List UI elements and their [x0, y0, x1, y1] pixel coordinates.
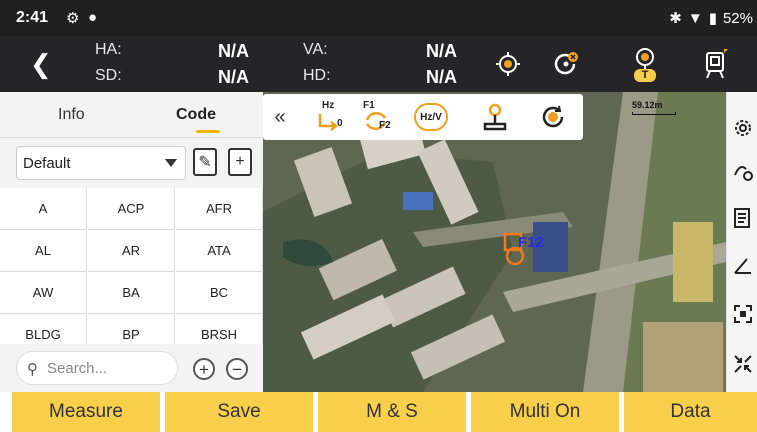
- total-station-icon[interactable]: [695, 44, 735, 84]
- code-cell[interactable]: A: [0, 188, 87, 230]
- zoom-extent-icon[interactable]: [727, 292, 757, 336]
- hz-zero-button[interactable]: Hz 0: [307, 97, 351, 137]
- tab-code[interactable]: Code: [176, 106, 216, 124]
- status-bar: 2:41 ⚙ ● ✱ ▼ ▮ 52%: [0, 0, 757, 36]
- collapse-panel-icon[interactable]: «: [263, 97, 297, 137]
- point-label: F12: [518, 234, 544, 251]
- add-code-icon[interactable]: +: [228, 148, 252, 176]
- ha-value: N/A: [218, 41, 249, 61]
- wifi-icon: ▼: [687, 9, 703, 27]
- hz-label: Hz: [322, 100, 335, 111]
- route-settings-icon[interactable]: [727, 150, 757, 194]
- sd-value: N/A: [218, 67, 249, 87]
- tab-info[interactable]: Info: [58, 106, 85, 124]
- chevron-down-icon: [165, 159, 177, 167]
- action-bar: Measure Save M & S Multi On Data: [0, 392, 757, 432]
- settings-status-icon: ⚙: [66, 10, 80, 27]
- hd-label: HD:: [303, 67, 331, 84]
- code-cell[interactable]: ACP: [88, 188, 175, 230]
- hz-v-label: Hz/V: [414, 103, 448, 131]
- hz-v-button[interactable]: Hz/V: [409, 97, 453, 137]
- sd-label: SD:: [95, 67, 122, 84]
- code-search-input[interactable]: ⚲ Search...: [16, 351, 178, 385]
- code-panel: Info Code Default ✎ + A ACP AFR AL AR AT…: [0, 92, 263, 392]
- code-cell[interactable]: BA: [88, 272, 175, 314]
- layer-select-value: Default: [23, 155, 71, 172]
- back-icon[interactable]: ❮: [30, 49, 52, 80]
- hz-zero-label: 0: [337, 118, 343, 129]
- map-toolbar: « Hz 0 F1 F2 Hz/V: [263, 94, 583, 140]
- search-placeholder: Search...: [47, 360, 108, 377]
- code-cell[interactable]: AL: [0, 230, 87, 272]
- rotate-disabled-icon[interactable]: [546, 44, 586, 84]
- t-badge: T: [634, 68, 656, 82]
- layers-list-icon[interactable]: [727, 196, 757, 240]
- map-scale-label: 59.12m: [632, 100, 663, 110]
- battery-icon: ▮: [708, 10, 717, 27]
- f1-f2-button[interactable]: F1 F2: [355, 97, 399, 137]
- code-cell[interactable]: AR: [88, 230, 175, 272]
- multi-on-button[interactable]: Multi On: [471, 392, 619, 432]
- va-label: VA:: [303, 41, 328, 58]
- bluetooth-icon: ✱: [669, 10, 682, 27]
- map-scale-bar: [632, 112, 676, 115]
- ha-label: HA:: [95, 41, 122, 58]
- battery-percent: 52%: [722, 9, 753, 27]
- measure-and-save-button[interactable]: M & S: [318, 392, 466, 432]
- va-value: N/A: [426, 41, 457, 61]
- status-time: 2:41: [16, 9, 49, 26]
- rotate-target-icon[interactable]: [531, 97, 575, 137]
- layer-select[interactable]: Default: [16, 146, 186, 180]
- code-search-row: ⚲ Search... + −: [0, 344, 263, 392]
- settings-icon[interactable]: [727, 106, 757, 150]
- code-cell[interactable]: BC: [176, 272, 263, 314]
- measure-button[interactable]: Measure: [12, 392, 160, 432]
- zoom-in-icon[interactable]: +: [193, 358, 215, 380]
- save-button[interactable]: Save: [165, 392, 313, 432]
- stakeout-icon[interactable]: [473, 97, 517, 137]
- right-toolbar: [726, 92, 757, 392]
- measurement-header: ❮ HA: N/A SD: N/A VA: N/A HD: N/A T: [0, 36, 757, 92]
- hd-value: N/A: [426, 67, 457, 87]
- code-cell[interactable]: AW: [0, 272, 87, 314]
- layer-select-row: Default ✎ +: [0, 138, 263, 188]
- zoom-out-icon[interactable]: −: [226, 358, 248, 380]
- edit-code-icon[interactable]: ✎: [193, 148, 217, 176]
- active-tab-indicator: [196, 130, 220, 133]
- panel-tabs: Info Code: [0, 92, 263, 138]
- search-icon: ⚲: [27, 361, 38, 378]
- measure-angle-icon[interactable]: [727, 244, 757, 288]
- target-crosshair-icon[interactable]: [488, 44, 528, 84]
- app-status-icon: ●: [88, 9, 98, 26]
- prism-target-icon[interactable]: T: [625, 44, 665, 84]
- code-cell[interactable]: AFR: [176, 188, 263, 230]
- code-cell[interactable]: ATA: [176, 230, 263, 272]
- data-button[interactable]: Data: [624, 392, 757, 432]
- collapse-toolbar-icon[interactable]: [727, 342, 757, 386]
- f2-label: F2: [379, 120, 391, 131]
- status-right: ✱ ▼ ▮ 52%: [669, 9, 753, 28]
- code-grid: A ACP AFR AL AR ATA AW BA BC BLDG BP BRS…: [0, 188, 263, 352]
